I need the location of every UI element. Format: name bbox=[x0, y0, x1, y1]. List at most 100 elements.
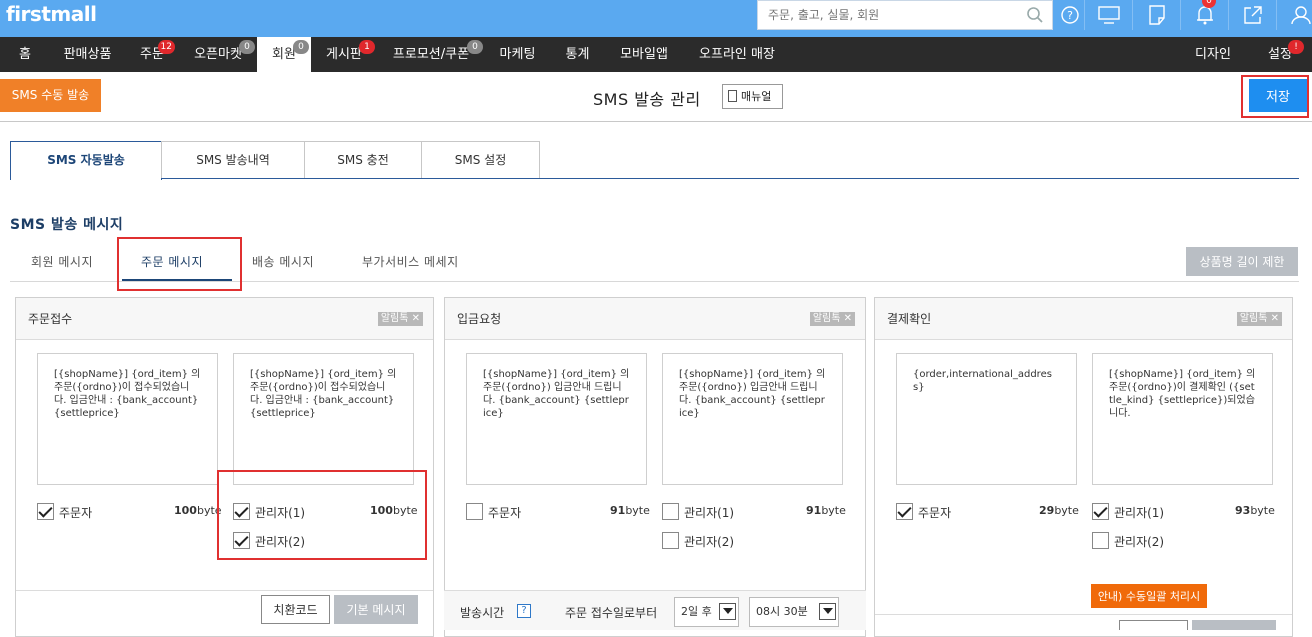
main-nav: 홈 판매상품 주문 12 오픈마켓 0 회원 0 게시판 1 프로모션/쿠폰 0 마케팅 … bbox=[0, 37, 1312, 72]
orderer-bytes: 100byte bbox=[174, 504, 222, 517]
send-time-row: 발송시간 ? 주문 접수일로부터 2일 후 08시 30분 bbox=[444, 590, 866, 630]
panel-header: 입금요청 알림톡 ✕ bbox=[445, 298, 865, 340]
admin1-checkbox[interactable] bbox=[662, 503, 679, 520]
message-admin[interactable]: [{shopName}] {ord_item} 의 주문({ordno})이 접… bbox=[233, 353, 414, 485]
admin2-checkbox[interactable] bbox=[1092, 532, 1109, 549]
admin2-label: 관리자(2) bbox=[1114, 535, 1165, 549]
nav-item-board[interactable]: 게시판 1 bbox=[311, 37, 377, 72]
notification-badge: 0 bbox=[1202, 0, 1216, 8]
orderer-label: 주문자 bbox=[918, 506, 952, 520]
top-bar: firstmall ? 0 bbox=[0, 0, 1312, 37]
message-orderer[interactable]: {order,international_address} bbox=[896, 353, 1077, 485]
orderer-checkbox[interactable] bbox=[466, 503, 483, 520]
external-link-icon bbox=[1243, 6, 1262, 24]
chevron-down-icon bbox=[819, 603, 836, 620]
search-input[interactable] bbox=[758, 1, 1008, 29]
from-order-label: 주문 접수일로부터 bbox=[565, 606, 658, 620]
orderer-checkbox[interactable] bbox=[37, 503, 54, 520]
notification-button[interactable]: 0 bbox=[1180, 0, 1228, 30]
admin2-checkbox[interactable] bbox=[662, 532, 679, 549]
nav-badge: 0 bbox=[467, 40, 483, 54]
divider bbox=[0, 121, 1312, 122]
subtab-member[interactable]: 회원 메시지 bbox=[31, 253, 93, 270]
admin1-label: 관리자(1) bbox=[1114, 506, 1165, 520]
product-name-limit-button[interactable]: 상품명 길이 제한 bbox=[1186, 247, 1298, 276]
search-box[interactable] bbox=[757, 0, 1053, 30]
chevron-down-icon bbox=[719, 603, 736, 620]
nav-item-settings[interactable]: 설정! bbox=[1252, 37, 1308, 72]
tab-sms-charge[interactable]: SMS 충전 bbox=[304, 141, 422, 179]
nav-badge: 12 bbox=[157, 40, 175, 54]
replacement-code-button[interactable]: 치환코드 bbox=[261, 595, 330, 624]
message-orderer[interactable]: [{shopName}] {ord_item} 의 주문({ordno}) 입금… bbox=[466, 353, 647, 485]
svg-text:?: ? bbox=[1067, 9, 1073, 22]
default-message-button[interactable] bbox=[1192, 620, 1276, 630]
send-time-label: 발송시간 bbox=[460, 606, 505, 620]
tab-sms-auto[interactable]: SMS 자동발송 bbox=[10, 141, 162, 180]
orderer-label: 주문자 bbox=[59, 506, 93, 520]
message-orderer[interactable]: [{shopName}] {ord_item} 의 주문({ordno})이 접… bbox=[37, 353, 218, 485]
nav-item-design[interactable]: 디자인 bbox=[1180, 37, 1246, 72]
nav-badge: ! bbox=[1288, 40, 1304, 54]
alimtok-badge[interactable]: 알림톡 ✕ bbox=[1236, 312, 1282, 326]
nav-item-mobile-app[interactable]: 모바일앱 bbox=[605, 37, 683, 72]
panel-payment-request: 입금요청 알림톡 ✕ [{shopName}] {ord_item} 의 주문(… bbox=[444, 297, 866, 637]
divider bbox=[16, 590, 433, 591]
nav-badge: 0 bbox=[293, 40, 309, 54]
tab-sms-settings[interactable]: SMS 설정 bbox=[421, 141, 540, 179]
help-icon[interactable]: ? bbox=[517, 604, 531, 618]
nav-item-promotion[interactable]: 프로모션/쿠폰 0 bbox=[377, 37, 485, 72]
monitor-icon bbox=[1097, 6, 1120, 24]
time-select[interactable]: 08시 30분 bbox=[749, 597, 839, 627]
alimtok-badge[interactable]: 알림톡 ✕ bbox=[377, 312, 423, 326]
admin1-label: 관리자(1) bbox=[684, 506, 735, 520]
admin1-checkbox[interactable] bbox=[1092, 503, 1109, 520]
admin2-label: 관리자(2) bbox=[684, 535, 735, 549]
search-icon[interactable] bbox=[1026, 6, 1044, 24]
orderer-checkbox[interactable] bbox=[896, 503, 913, 520]
subtab-highlight bbox=[117, 237, 242, 291]
default-message-button[interactable]: 기본 메시지 bbox=[334, 595, 418, 624]
sms-manual-send-button[interactable]: SMS 수동 발송 bbox=[0, 79, 101, 112]
monitor-button[interactable] bbox=[1084, 0, 1132, 30]
replacement-code-button[interactable] bbox=[1119, 620, 1188, 630]
nav-item-orders[interactable]: 주문 12 bbox=[125, 37, 179, 72]
nav-item-members[interactable]: 회원 0 bbox=[257, 37, 311, 72]
external-link-button[interactable] bbox=[1228, 0, 1276, 30]
admin-highlight bbox=[217, 470, 427, 560]
nav-item-products[interactable]: 판매상품 bbox=[50, 37, 125, 72]
alimtok-badge[interactable]: 알림톡 ✕ bbox=[809, 312, 855, 326]
nav-item-marketing[interactable]: 마케팅 bbox=[485, 37, 550, 72]
nav-item-openmarket[interactable]: 오픈마켓 0 bbox=[179, 37, 257, 72]
save-button[interactable]: 저장 bbox=[1249, 79, 1307, 112]
memo-icon bbox=[1148, 5, 1165, 25]
nav-item-home[interactable]: 홈 bbox=[0, 37, 50, 72]
nav-item-stats[interactable]: 통계 bbox=[550, 37, 605, 72]
memo-button[interactable] bbox=[1132, 0, 1180, 30]
user-icon bbox=[1290, 6, 1311, 25]
panel-order-received: 주문접수 알림톡 ✕ [{shopName}] {ord_item} 의 주문(… bbox=[15, 297, 434, 637]
panel-header: 주문접수 알림톡 ✕ bbox=[16, 298, 433, 340]
orderer-label: 주문자 bbox=[488, 506, 522, 520]
nav-item-offline-store[interactable]: 오프라인 매장 bbox=[683, 37, 791, 72]
panel-title: 결제확인 bbox=[887, 312, 932, 326]
days-select[interactable]: 2일 후 bbox=[674, 597, 739, 627]
admin1-bytes: 91byte bbox=[806, 504, 846, 517]
logo[interactable]: firstmall bbox=[6, 2, 97, 26]
help-button[interactable]: ? bbox=[1056, 0, 1084, 30]
help-icon: ? bbox=[1061, 6, 1079, 24]
message-admin[interactable]: [{shopName}] {ord_item} 의 주문({ordno})이 결… bbox=[1092, 353, 1273, 485]
orderer-bytes: 91byte bbox=[610, 504, 650, 517]
manual-button[interactable]: 매뉴얼 bbox=[722, 84, 783, 109]
subtab-shipping[interactable]: 배송 메시지 bbox=[252, 253, 314, 270]
orderer-bytes: 29byte bbox=[1039, 504, 1079, 517]
section-title: SMS 발송 메시지 bbox=[10, 217, 124, 233]
tab-sms-history[interactable]: SMS 발송내역 bbox=[161, 141, 305, 179]
message-admin[interactable]: [{shopName}] {ord_item} 의 주문({ordno}) 입금… bbox=[662, 353, 843, 485]
subtab-extra-service[interactable]: 부가서비스 메세지 bbox=[362, 253, 459, 270]
panel-title: 주문접수 bbox=[28, 312, 73, 326]
tabs-line bbox=[161, 178, 1299, 179]
user-button[interactable] bbox=[1276, 0, 1312, 30]
manual-batch-process-button[interactable]: 안내) 수동일괄 처리시 bbox=[1091, 584, 1207, 608]
document-icon bbox=[728, 90, 737, 102]
